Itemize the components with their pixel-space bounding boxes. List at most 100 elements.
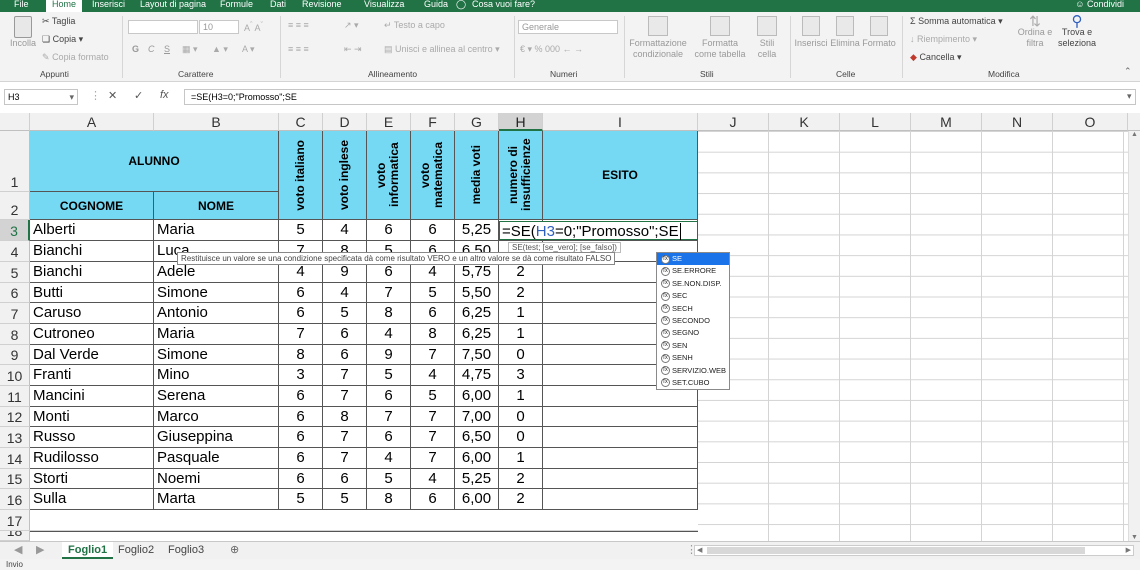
- row-header[interactable]: 12: [0, 407, 30, 427]
- cell-cognome[interactable]: Russo: [30, 427, 154, 448]
- cell-value[interactable]: 4: [323, 283, 367, 303]
- cell-styles-button[interactable]: Stili cella: [752, 16, 782, 60]
- cell-cognome[interactable]: Bianchi: [30, 241, 154, 262]
- scroll-left-icon[interactable]: ◀: [14, 542, 22, 559]
- cell-value[interactable]: 6: [279, 407, 323, 427]
- row-header[interactable]: 9: [0, 345, 30, 365]
- cell-esito[interactable]: [543, 489, 698, 510]
- tab-visualizza[interactable]: Visualizza: [364, 0, 404, 12]
- cell-value[interactable]: 3: [499, 365, 543, 386]
- share-button[interactable]: ☺ Condividi: [1075, 0, 1124, 9]
- cell-value[interactable]: 7: [323, 365, 367, 386]
- cell-value[interactable]: 4: [411, 469, 455, 489]
- merge-center-button[interactable]: ▤ Unisci e allinea al centro ▾: [384, 44, 500, 55]
- row-header-selected[interactable]: 3: [0, 220, 30, 241]
- cell-value[interactable]: 6: [411, 489, 455, 510]
- row-header[interactable]: 16: [0, 489, 30, 510]
- autocomplete-item[interactable]: fx SE: [657, 253, 729, 266]
- autocomplete-item[interactable]: fx SE.ERRORE: [657, 265, 729, 277]
- insert-function-icon[interactable]: fx: [160, 89, 169, 101]
- fill-color-icon[interactable]: ▲ ▾: [212, 44, 228, 55]
- cell-value[interactable]: 1: [499, 448, 543, 469]
- font-size-combo[interactable]: 10: [199, 20, 239, 34]
- cell-cognome[interactable]: Bianchi: [30, 262, 154, 283]
- formula-edit-cell[interactable]: =SE(H3=0;"Promosso";SE: [499, 221, 698, 240]
- autocomplete-item[interactable]: fx SENH: [657, 352, 729, 364]
- cell-value[interactable]: 6: [279, 469, 323, 489]
- cell-value[interactable]: 5,50: [455, 283, 499, 303]
- underline-button[interactable]: S: [164, 44, 170, 54]
- tell-me-search[interactable]: Cosa vuoi fare?: [472, 0, 535, 12]
- paste-button[interactable]: Incolla: [8, 16, 38, 48]
- cell-cognome[interactable]: Butti: [30, 283, 154, 303]
- tab-guida[interactable]: Guida: [424, 0, 448, 12]
- cell-value[interactable]: 5,25: [455, 220, 499, 241]
- cell-cognome[interactable]: Franti: [30, 365, 154, 386]
- cut-button[interactable]: ✂ Taglia: [42, 16, 75, 27]
- cell-value[interactable]: 6: [279, 386, 323, 407]
- row-header[interactable]: 15: [0, 469, 30, 489]
- fill-button[interactable]: ↓ Riempimento ▾: [910, 34, 977, 45]
- number-format-combo[interactable]: Generale: [518, 20, 618, 34]
- cell-nome[interactable]: Maria: [154, 324, 279, 345]
- cell-cognome[interactable]: Storti: [30, 469, 154, 489]
- column-header[interactable]: G: [455, 113, 499, 131]
- cell-nome[interactable]: Giuseppina: [154, 427, 279, 448]
- tab-revisione[interactable]: Revisione: [302, 0, 342, 12]
- column-header[interactable]: D: [323, 113, 367, 131]
- cell-value[interactable]: 1: [499, 324, 543, 345]
- row-header[interactable]: 8: [0, 324, 30, 345]
- font-color-icon[interactable]: A ▾: [242, 44, 255, 55]
- format-cells-button[interactable]: Formato: [862, 16, 896, 48]
- cell-value[interactable]: 6,00: [455, 448, 499, 469]
- autocomplete-item[interactable]: fx SET.CUBO: [657, 377, 729, 389]
- row-header[interactable]: 1: [0, 131, 30, 192]
- cell-value[interactable]: 2: [499, 489, 543, 510]
- cell-cognome[interactable]: Dal Verde: [30, 345, 154, 365]
- cell-esito[interactable]: [543, 407, 698, 427]
- cell-value[interactable]: 7: [411, 345, 455, 365]
- cell-value[interactable]: 6,25: [455, 324, 499, 345]
- cell-value[interactable]: 4,75: [455, 365, 499, 386]
- cell-nome[interactable]: Pasquale: [154, 448, 279, 469]
- align-left-icon[interactable]: ≡ ≡ ≡: [288, 44, 309, 54]
- borders-icon[interactable]: ▦ ▾: [182, 44, 198, 55]
- cell-nome[interactable]: Noemi: [154, 469, 279, 489]
- cell-nome[interactable]: Mino: [154, 365, 279, 386]
- expand-formula-icon[interactable]: ▾: [1127, 91, 1132, 102]
- cell-esito[interactable]: [543, 448, 698, 469]
- cell-value[interactable]: 4: [323, 220, 367, 241]
- cell-value[interactable]: 5: [279, 220, 323, 241]
- add-sheet-icon[interactable]: ⊕: [230, 542, 239, 559]
- conditional-format-button[interactable]: Formattazione condizionale: [628, 16, 688, 60]
- cell-nome[interactable]: Marco: [154, 407, 279, 427]
- tab-layout[interactable]: Layout di pagina: [140, 0, 206, 12]
- cell-nome[interactable]: Adele: [154, 262, 279, 283]
- column-header[interactable]: I: [543, 113, 698, 131]
- scroll-down-icon[interactable]: ▼: [1131, 534, 1138, 541]
- cell-value[interactable]: 5: [323, 303, 367, 324]
- cell-value[interactable]: 5: [323, 489, 367, 510]
- cell-cognome[interactable]: Alberti: [30, 220, 154, 241]
- cell-value[interactable]: 6: [367, 386, 411, 407]
- horizontal-scrollbar[interactable]: ◀ ▶: [694, 545, 1134, 556]
- column-header-selected[interactable]: H: [499, 113, 543, 131]
- scroll-right-icon[interactable]: ▶: [36, 542, 44, 559]
- confirm-entry-icon[interactable]: ✓: [134, 89, 143, 102]
- currency-icon[interactable]: € ▾ % 000 ← →: [520, 44, 583, 55]
- column-header[interactable]: B: [154, 113, 279, 131]
- font-name-combo[interactable]: [128, 20, 198, 34]
- cell-value[interactable]: 6: [323, 469, 367, 489]
- cell-value[interactable]: 5,75: [455, 262, 499, 283]
- column-header[interactable]: K: [769, 113, 840, 131]
- bold-button[interactable]: G: [132, 44, 139, 54]
- cell-value[interactable]: 0: [499, 345, 543, 365]
- sheet-tab-foglio3[interactable]: Foglio3: [168, 542, 204, 559]
- insert-cells-button[interactable]: Inserisci: [794, 16, 828, 48]
- autocomplete-item[interactable]: fx SERVIZIO.WEB: [657, 365, 729, 377]
- cell-value[interactable]: 6: [367, 262, 411, 283]
- scrollbar-thumb[interactable]: [707, 547, 1085, 554]
- cell-value[interactable]: 6: [323, 345, 367, 365]
- row-header[interactable]: 2: [0, 192, 30, 220]
- cell-value[interactable]: 7: [323, 386, 367, 407]
